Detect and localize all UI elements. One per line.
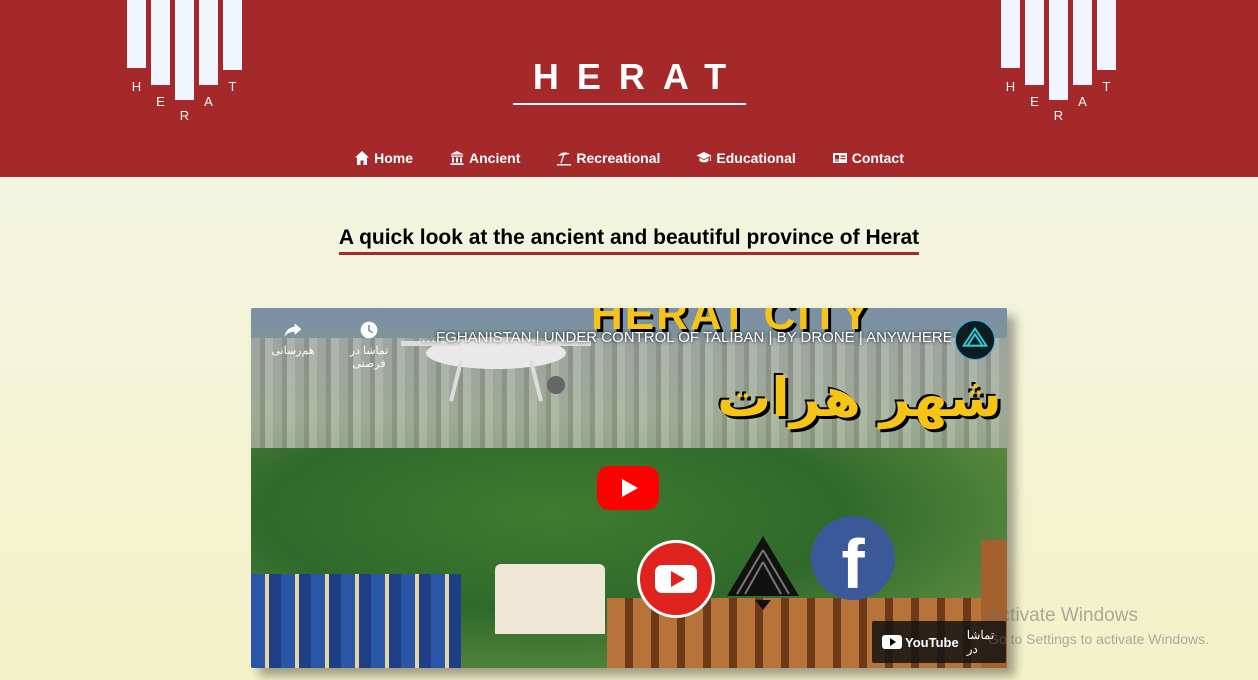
channel-triangle-logo-icon: [727, 536, 799, 610]
logo-bar: [1001, 0, 1020, 68]
main-nav: Home Ancient Recreational Educational Co…: [0, 150, 1258, 166]
logo-left: H E R A T: [127, 0, 247, 130]
logo-letter: T: [228, 79, 237, 94]
museum-icon: [450, 151, 465, 165]
logo-bar: [1049, 0, 1068, 100]
watch-later-button[interactable]: تماشا در فرصتی: [339, 320, 399, 370]
clock-icon: [360, 321, 378, 339]
watch-on-youtube-button[interactable]: YouTube تماشا در: [872, 621, 1006, 663]
logo-bar: [127, 0, 146, 68]
share-label: هم‌رسانی: [271, 345, 315, 357]
logo-letter: H: [131, 79, 142, 94]
nav-label: Home: [374, 150, 414, 166]
nav-label: Recreational: [576, 150, 661, 166]
youtube-logo-icon: [637, 540, 715, 618]
nav-label: Educational: [716, 150, 796, 166]
logo-bar: [1073, 0, 1092, 85]
logo-right: H E R A T: [1001, 0, 1121, 130]
logo-letter: H: [1005, 79, 1016, 94]
logo-letter: R: [179, 108, 190, 123]
nav-label: Ancient: [469, 150, 521, 166]
address-card-icon: [832, 153, 847, 163]
logo-letter: E: [156, 94, 165, 109]
facebook-logo-icon: f: [811, 516, 895, 603]
logo-bar: [223, 0, 242, 70]
logo-letter: R: [1053, 108, 1064, 123]
youtube-wordmark: YouTube: [882, 635, 959, 650]
umbrella-beach-icon: [557, 152, 572, 166]
video-arabic-title: شهر هرات: [717, 366, 1002, 429]
youtube-mini-icon: [882, 635, 902, 649]
activate-windows-watermark: Activate Windows Go to Settings to activ…: [988, 605, 1209, 647]
logo-bar: [1025, 0, 1044, 85]
title-underline: [513, 103, 746, 105]
site-title: HERAT: [532, 56, 745, 97]
heading-wrap: A quick look at the ancient and beautifu…: [0, 226, 1258, 255]
channel-avatar[interactable]: [955, 320, 995, 360]
logo-letter: T: [1102, 79, 1111, 94]
nav-home[interactable]: Home: [354, 150, 413, 166]
share-button[interactable]: هم‌رسانی: [263, 320, 323, 357]
nav-recreational[interactable]: Recreational: [556, 150, 660, 166]
logo-letter: E: [1030, 94, 1039, 109]
logo-letter: A: [1078, 94, 1087, 109]
logo-bar: [1097, 0, 1116, 70]
nav-label: Contact: [851, 150, 904, 166]
share-icon: [284, 323, 302, 337]
nav-ancient[interactable]: Ancient: [449, 150, 520, 166]
site-header: H E R A T HERAT H E R A T Home Ancient R…: [0, 0, 1258, 177]
logo-bar: [175, 0, 194, 100]
pavilion-image: [495, 564, 605, 634]
page-heading: A quick look at the ancient and beautifu…: [338, 226, 920, 255]
logo-bar: [151, 0, 170, 85]
watch-later-label: تماشا در فرصتی: [349, 345, 389, 370]
youtube-embed[interactable]: HERAT CITY شهر هرات هم‌رسانی تماشا در فر…: [251, 308, 1007, 668]
nav-educational[interactable]: Educational: [696, 150, 796, 166]
home-icon: [355, 151, 370, 165]
graduation-cap-icon: [696, 152, 712, 163]
logo-bar: [199, 0, 218, 85]
activate-line1: Activate Windows: [988, 605, 1138, 626]
youtube-label: YouTube: [905, 634, 959, 650]
play-button[interactable]: [597, 466, 659, 510]
mosque-image: [251, 574, 461, 668]
channel-logo-icon: [961, 326, 989, 347]
video-title[interactable]: …FGHANISTAN | UNDER CONTROL OF TALIBAN |…: [421, 329, 951, 346]
logo-letter: A: [204, 94, 213, 109]
activate-line2: Go to Settings to activate Windows.: [988, 631, 1209, 647]
nav-contact[interactable]: Contact: [832, 150, 904, 166]
